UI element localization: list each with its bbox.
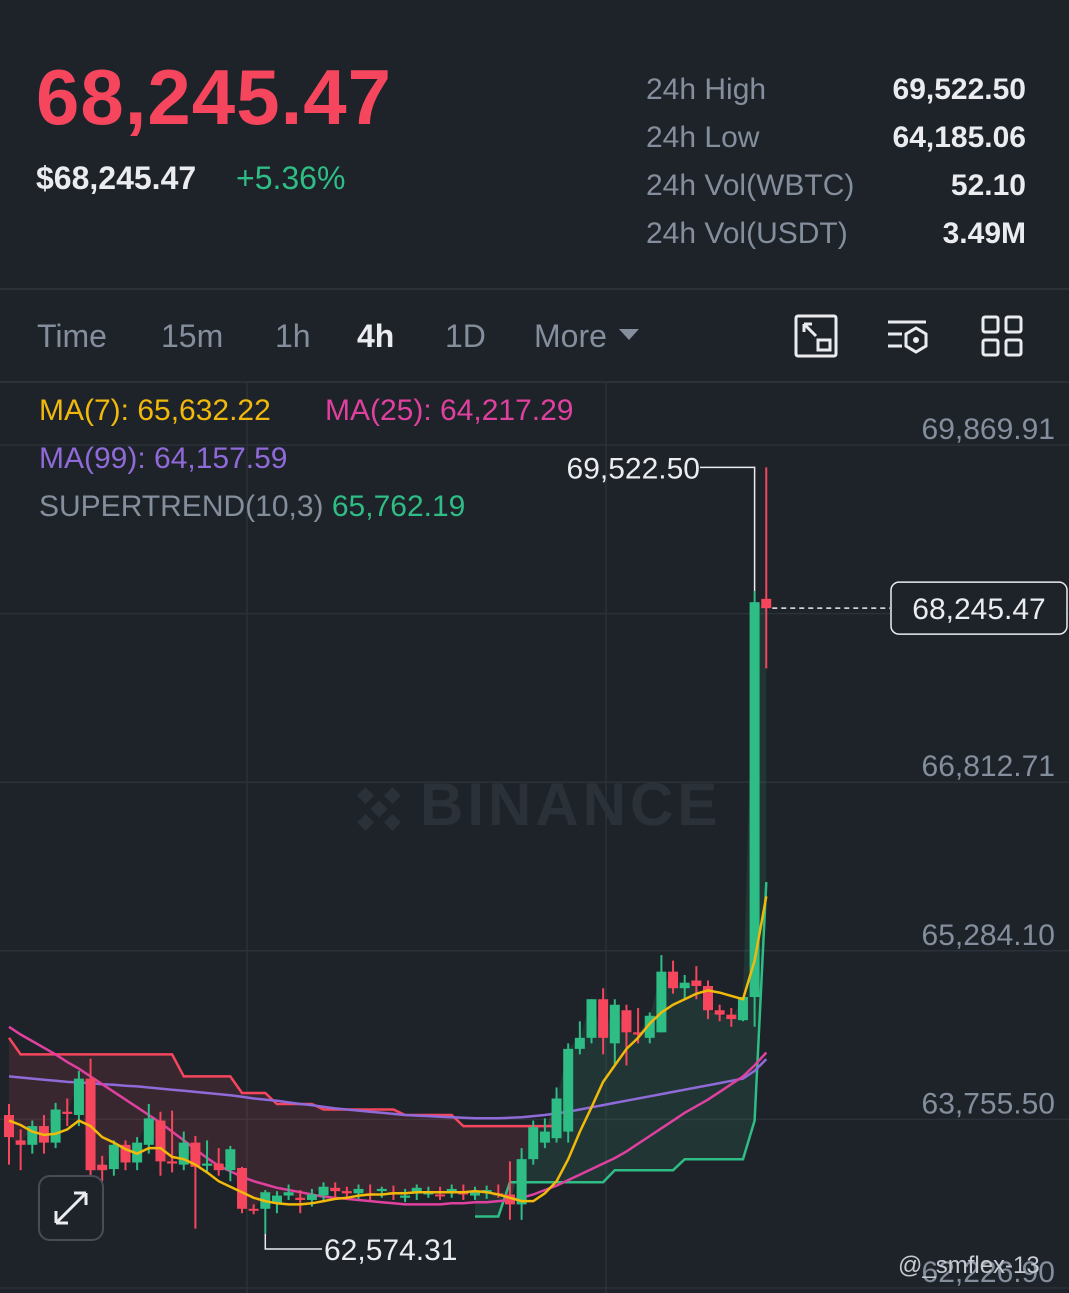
candle-body — [97, 1164, 108, 1171]
supertrend-label: SUPERTREND(10,3) — [39, 490, 324, 523]
y-axis-tick-label: 65,284.10 — [922, 919, 1055, 952]
candle-body — [108, 1144, 119, 1170]
candle-body — [400, 1195, 411, 1198]
watermark-text: BINANCE — [420, 771, 722, 838]
candle-body — [656, 971, 667, 1033]
exchange-watermark: BINANCE — [350, 770, 721, 839]
candle-body — [155, 1120, 166, 1162]
high-marker-label: 69,522.50 — [567, 452, 700, 485]
candle-body — [539, 1131, 550, 1143]
candle-body — [446, 1188, 457, 1192]
fullscreen-button[interactable] — [38, 1175, 104, 1241]
supertrend-value: 65,762.19 — [331, 490, 466, 523]
candle-body — [318, 1186, 329, 1196]
candle-body — [167, 1161, 178, 1164]
ma99-legend: MA(99): 64,157.59 — [39, 442, 288, 476]
candle-body — [4, 1115, 14, 1138]
candle-body — [435, 1194, 446, 1197]
candle-body — [761, 598, 772, 609]
ma99-value: 64,157.59 — [154, 442, 288, 475]
candle-body — [714, 1010, 725, 1015]
candle-body — [73, 1078, 84, 1116]
current-price-label: 68,245.47 — [912, 593, 1045, 626]
candle-body — [528, 1127, 539, 1160]
ma7-legend: MA(7): 65,632.22 — [39, 394, 271, 428]
candle-body — [15, 1140, 26, 1145]
supertrend-legend: SUPERTREND(10,3) 65,762.19 — [39, 490, 465, 524]
candle-body — [668, 971, 679, 989]
candle-body — [586, 999, 597, 1038]
candle-body — [283, 1192, 294, 1196]
candle-body — [609, 1004, 620, 1044]
ma99-label: MA(99): — [39, 442, 146, 475]
ma25-value: 64,217.29 — [440, 394, 574, 427]
candle-body — [376, 1188, 387, 1192]
candle-body — [330, 1187, 341, 1192]
candle-body — [516, 1159, 527, 1205]
low-marker-label: 62,574.31 — [324, 1234, 457, 1267]
y-axis-tick-label: 66,812.71 — [922, 750, 1055, 783]
candle-body — [213, 1163, 224, 1171]
exchange-logo-icon — [357, 787, 401, 832]
supertrend-up-fill — [475, 602, 767, 1217]
candle-body — [225, 1149, 236, 1171]
low-marker-line — [264, 1233, 322, 1250]
candle-body — [353, 1188, 364, 1194]
candle-body — [551, 1098, 562, 1139]
ma25-label: MA(25): — [325, 394, 432, 427]
candle-body — [202, 1163, 213, 1166]
candle-body — [62, 1111, 73, 1114]
candle-body — [679, 982, 690, 989]
candle-body — [50, 1109, 61, 1143]
high-marker-line — [700, 466, 756, 592]
ma25-legend: MA(25): 64,217.29 — [325, 394, 574, 428]
ma7-value: 65,632.22 — [137, 394, 271, 427]
ma7-label: MA(7): — [39, 394, 129, 427]
candle-body — [574, 1037, 585, 1049]
candle-body — [306, 1194, 317, 1200]
candle-body — [295, 1197, 306, 1200]
candle-body — [621, 1010, 632, 1033]
y-axis-tick-label: 69,869.91 — [922, 413, 1055, 446]
candle-body — [598, 999, 609, 1038]
expand-arrows-icon — [54, 1191, 88, 1225]
candle-body — [737, 997, 748, 1021]
candle-body — [563, 1048, 574, 1132]
y-axis-tick-label: 63,755.50 — [922, 1087, 1055, 1120]
candle-body — [691, 980, 702, 986]
candle-body — [726, 1014, 737, 1020]
candle-body — [237, 1167, 247, 1209]
candlestick-chart[interactable]: 69,522.5062,574.3169,869.9168,341.3166,8… — [0, 0, 1069, 1293]
candle-body — [248, 1208, 259, 1211]
candle-body — [143, 1118, 154, 1145]
author-credit: @_smflex-13 — [898, 1252, 1040, 1279]
candle-body — [341, 1191, 352, 1194]
